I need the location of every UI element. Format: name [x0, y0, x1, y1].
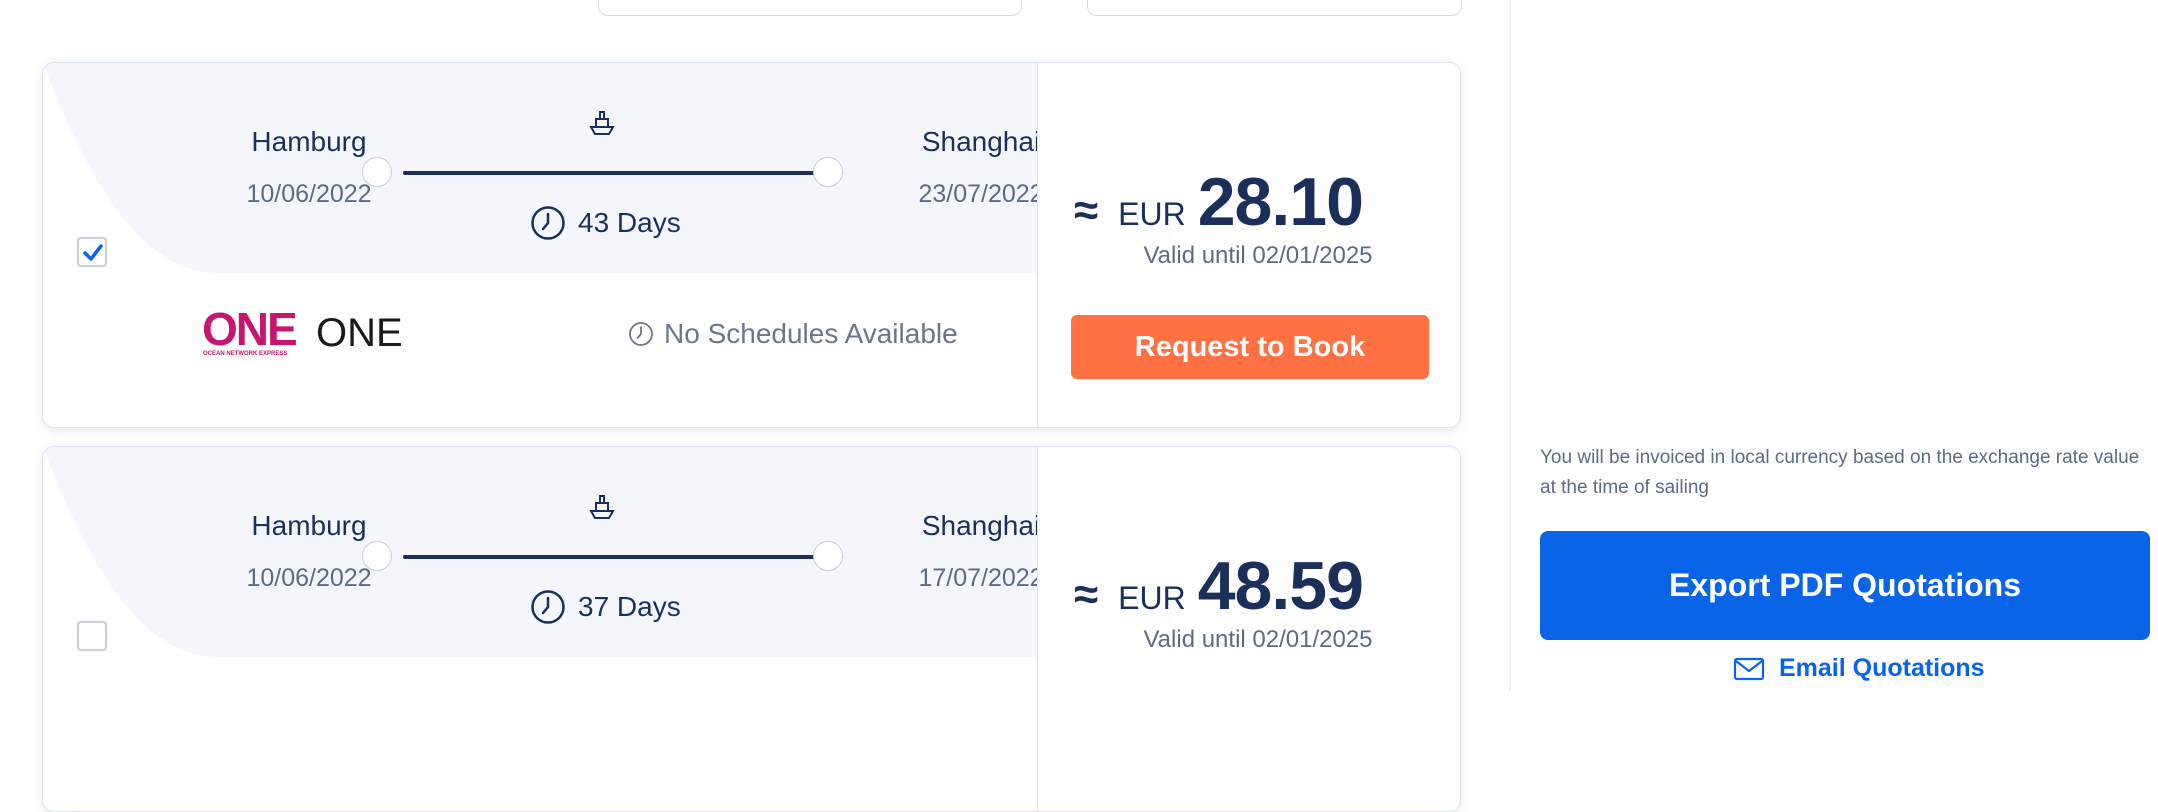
origin-node	[362, 541, 392, 571]
check-icon	[83, 244, 103, 261]
result-card: Hamburg 10/06/2022 43 Days Shanghai 23/0…	[42, 62, 1461, 428]
transit-duration: 37 Days	[530, 589, 681, 625]
top-filter-input-left[interactable]	[598, 0, 1022, 16]
route-line	[403, 171, 843, 175]
transit-duration: 43 Days	[530, 205, 681, 241]
clock-icon	[629, 322, 653, 346]
result-card: Hamburg 10/06/2022 37 Days Shanghai 17/0…	[42, 446, 1461, 812]
schedule-text: No Schedules Available	[664, 318, 958, 349]
route-section: Hamburg 10/06/2022 43 Days Shanghai 23/0…	[43, 63, 1044, 427]
destination-node	[813, 157, 843, 187]
select-checkbox[interactable]	[77, 237, 107, 267]
email-quotations-link[interactable]: Email Quotations	[1733, 654, 1985, 683]
request-to-book-button[interactable]: Request to Book	[1071, 315, 1429, 379]
ship-icon	[589, 111, 615, 135]
ship-icon	[589, 495, 615, 519]
origin-name: Hamburg	[251, 510, 367, 541]
route-section: Hamburg 10/06/2022 37 Days Shanghai 17/0…	[43, 447, 1044, 811]
price: ≈ EUR 28.10	[1074, 163, 1364, 241]
price: ≈ EUR 48.59	[1074, 547, 1364, 625]
origin-node	[362, 157, 392, 187]
currency-notice: You will be invoiced in local currency b…	[1540, 447, 2140, 498]
price-amount: 28.10	[1197, 164, 1364, 240]
currency: EUR	[1118, 580, 1186, 616]
valid-until: Valid until 02/01/2025	[1143, 242, 1373, 269]
carrier-name: ONE	[316, 310, 403, 355]
approx-symbol: ≈	[1074, 186, 1099, 235]
svg-text:ONE: ONE	[202, 309, 296, 355]
carrier: ONE OCEAN NETWORK EXPRESS ONE	[202, 309, 403, 357]
valid-until: Valid until 02/01/2025	[1143, 626, 1373, 653]
route-background	[43, 447, 1037, 657]
panel-divider	[1509, 0, 1511, 690]
mail-icon	[1733, 657, 1765, 680]
duration-label: 43 Days	[578, 207, 681, 238]
price-section: ≈ EUR 48.59 Valid until 02/01/2025	[1037, 447, 1460, 811]
export-pdf-button[interactable]: Export PDF Quotations	[1540, 531, 2150, 640]
route-line	[403, 555, 843, 559]
select-checkbox[interactable]	[77, 621, 107, 651]
currency: EUR	[1118, 196, 1186, 232]
email-quotations-label: Email Quotations	[1779, 654, 1985, 682]
approx-symbol: ≈	[1074, 570, 1099, 619]
origin-name: Hamburg	[251, 126, 367, 157]
top-filter-input-right[interactable]	[1087, 0, 1462, 16]
destination-node	[813, 541, 843, 571]
price-section: ≈ EUR 28.10 Valid until 02/01/2025 Reque…	[1037, 63, 1460, 427]
svg-text:OCEAN NETWORK EXPRESS: OCEAN NETWORK EXPRESS	[203, 351, 287, 357]
schedule-status: No Schedules Available	[628, 318, 958, 350]
clock-icon	[531, 590, 565, 624]
duration-label: 37 Days	[578, 591, 681, 622]
route-background	[43, 63, 1037, 273]
clock-icon	[531, 206, 565, 240]
price-amount: 48.59	[1197, 548, 1364, 624]
carrier-logo: ONE OCEAN NETWORK EXPRESS	[202, 309, 298, 357]
